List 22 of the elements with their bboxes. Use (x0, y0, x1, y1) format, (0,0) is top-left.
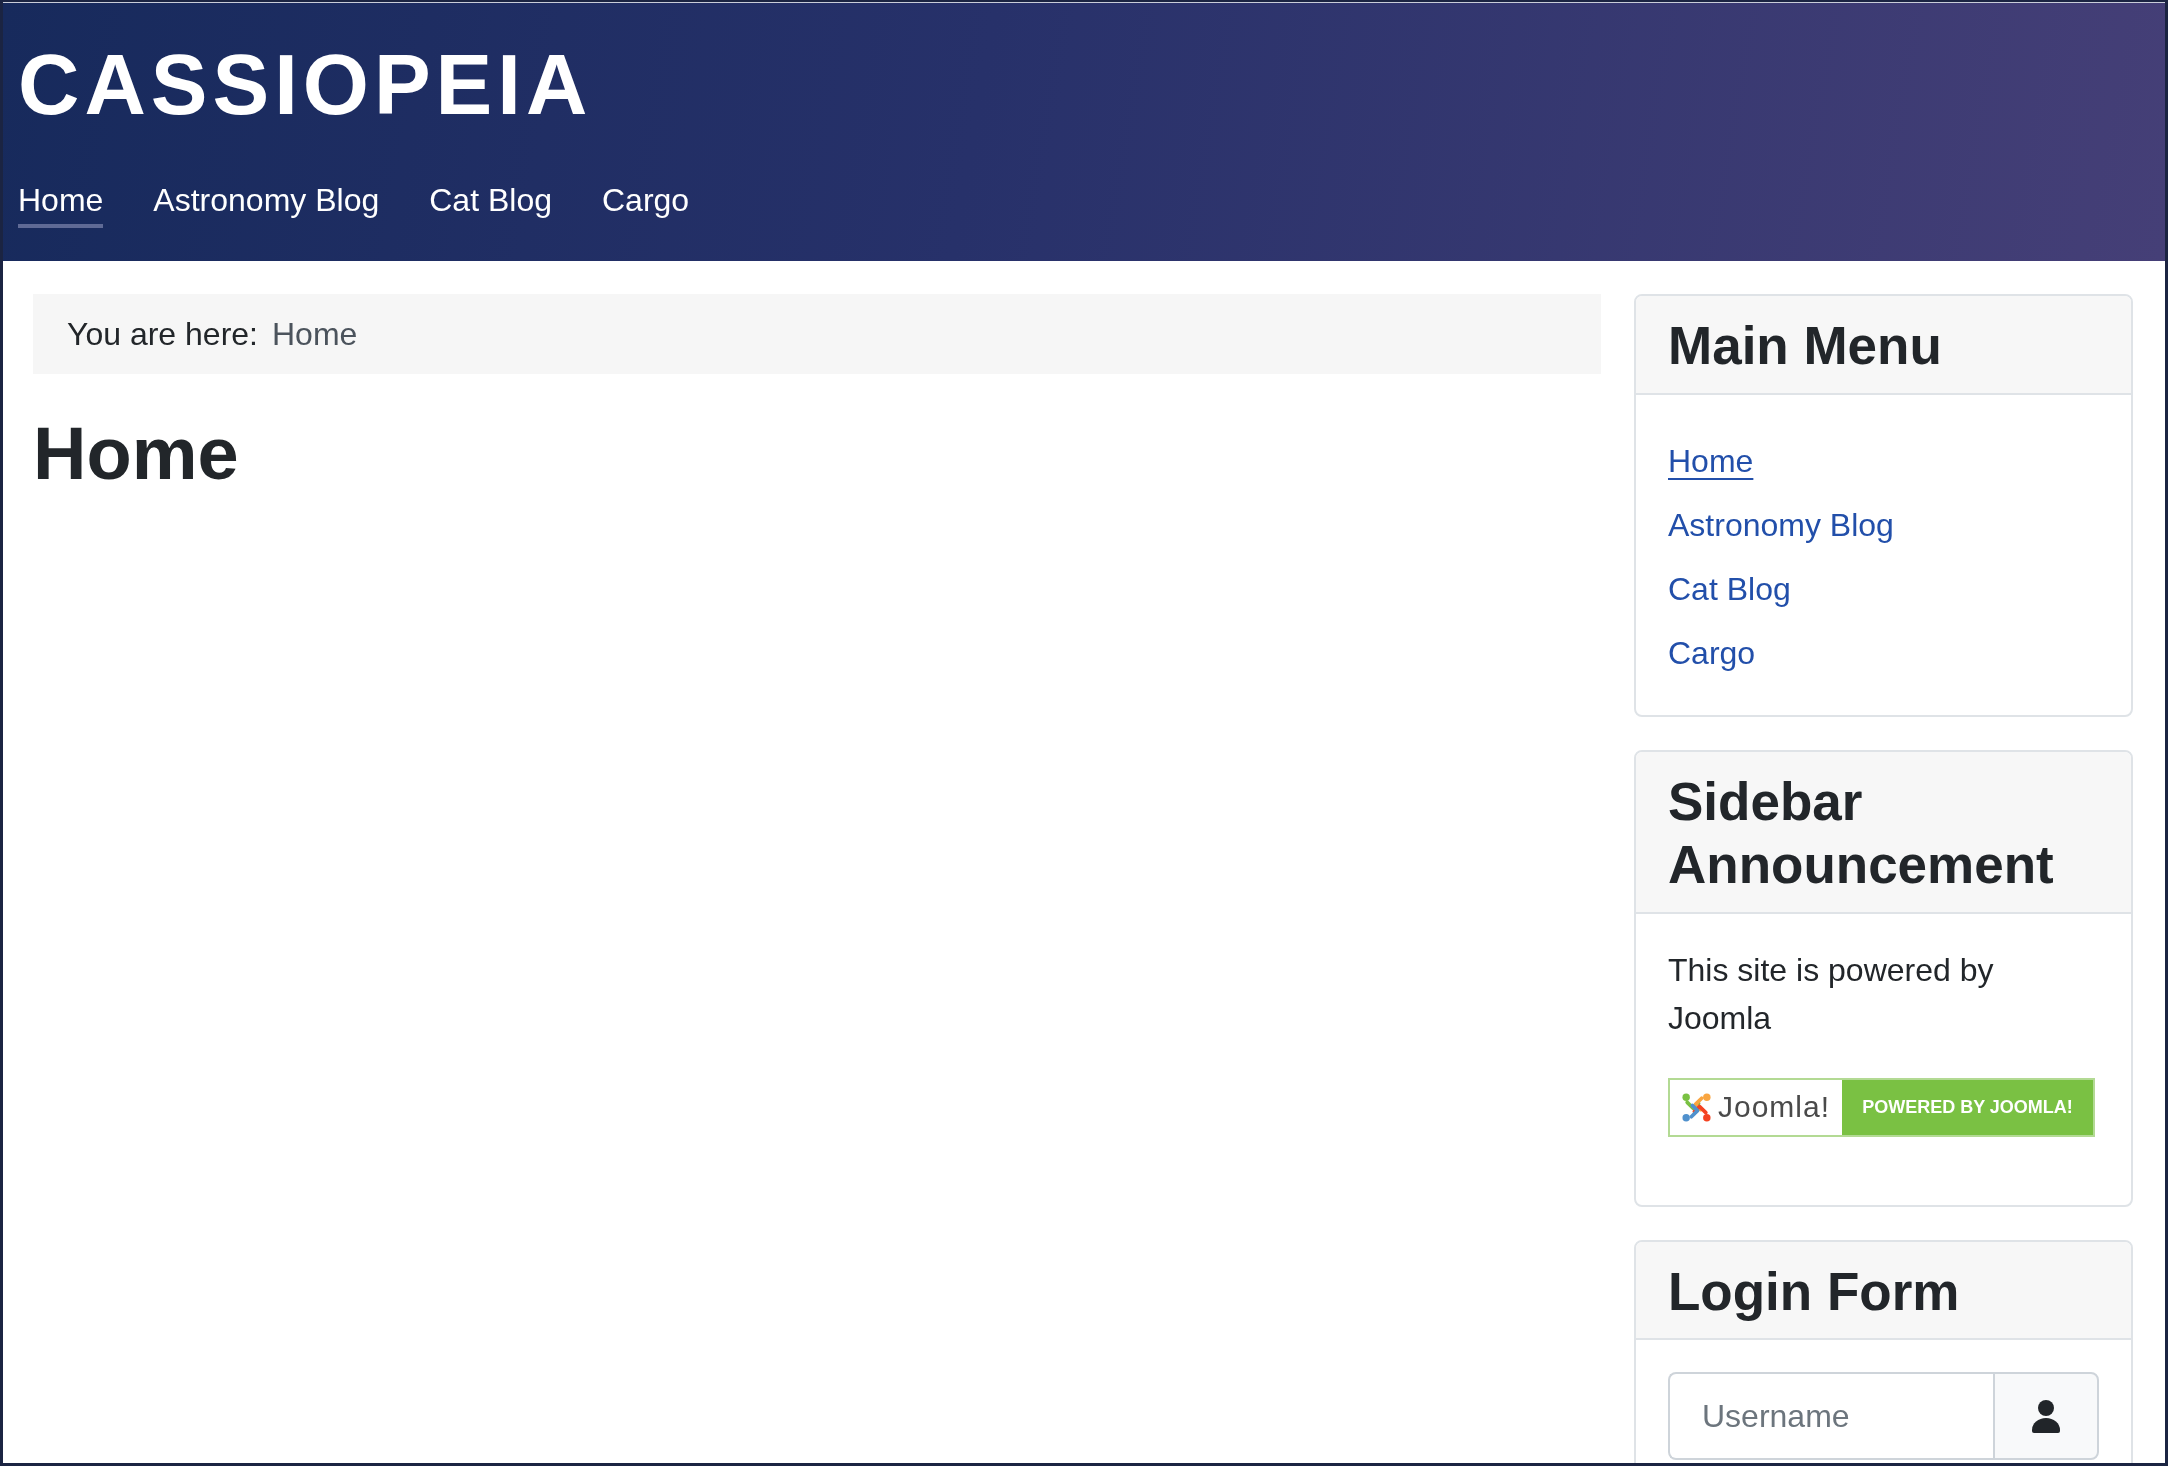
menu-link[interactable]: Cat Blog (1668, 570, 1791, 607)
card-title: Login Form (1668, 1260, 1960, 1323)
site-title: CASSIOPEIA (18, 42, 593, 127)
breadcrumb-current: Home (271, 315, 358, 354)
powered-by-badge[interactable]: Joomla! POWERED BY JOOMLA! (1668, 1077, 2095, 1137)
breadcrumb-label: You are here: (67, 315, 258, 354)
nav-link[interactable]: Home (18, 176, 104, 228)
card-title: Main Menu (1668, 315, 1942, 377)
menu-link[interactable]: Cargo (1668, 634, 1756, 671)
page-title: Home (33, 411, 239, 497)
card-title: Sidebar Announcement (1668, 770, 2055, 897)
logo-wordmark: Joomla! (1718, 1092, 1831, 1123)
nav-link[interactable]: Cat Blog (429, 176, 552, 228)
announcement-text: This site is powered by Joomla (1668, 950, 1995, 1038)
logo-icon (1681, 1091, 1712, 1123)
user-icon (2032, 1399, 2060, 1433)
menu-link[interactable]: Home (1668, 442, 1754, 479)
nav-link[interactable]: Astronomy Blog (153, 176, 380, 228)
nav-link[interactable]: Cargo (601, 176, 690, 228)
menu-link[interactable]: Astronomy Blog (1668, 506, 1894, 543)
username-field[interactable]: Username (1668, 1372, 1993, 1461)
badge-label: POWERED BY JOOMLA! (1842, 1079, 2093, 1135)
